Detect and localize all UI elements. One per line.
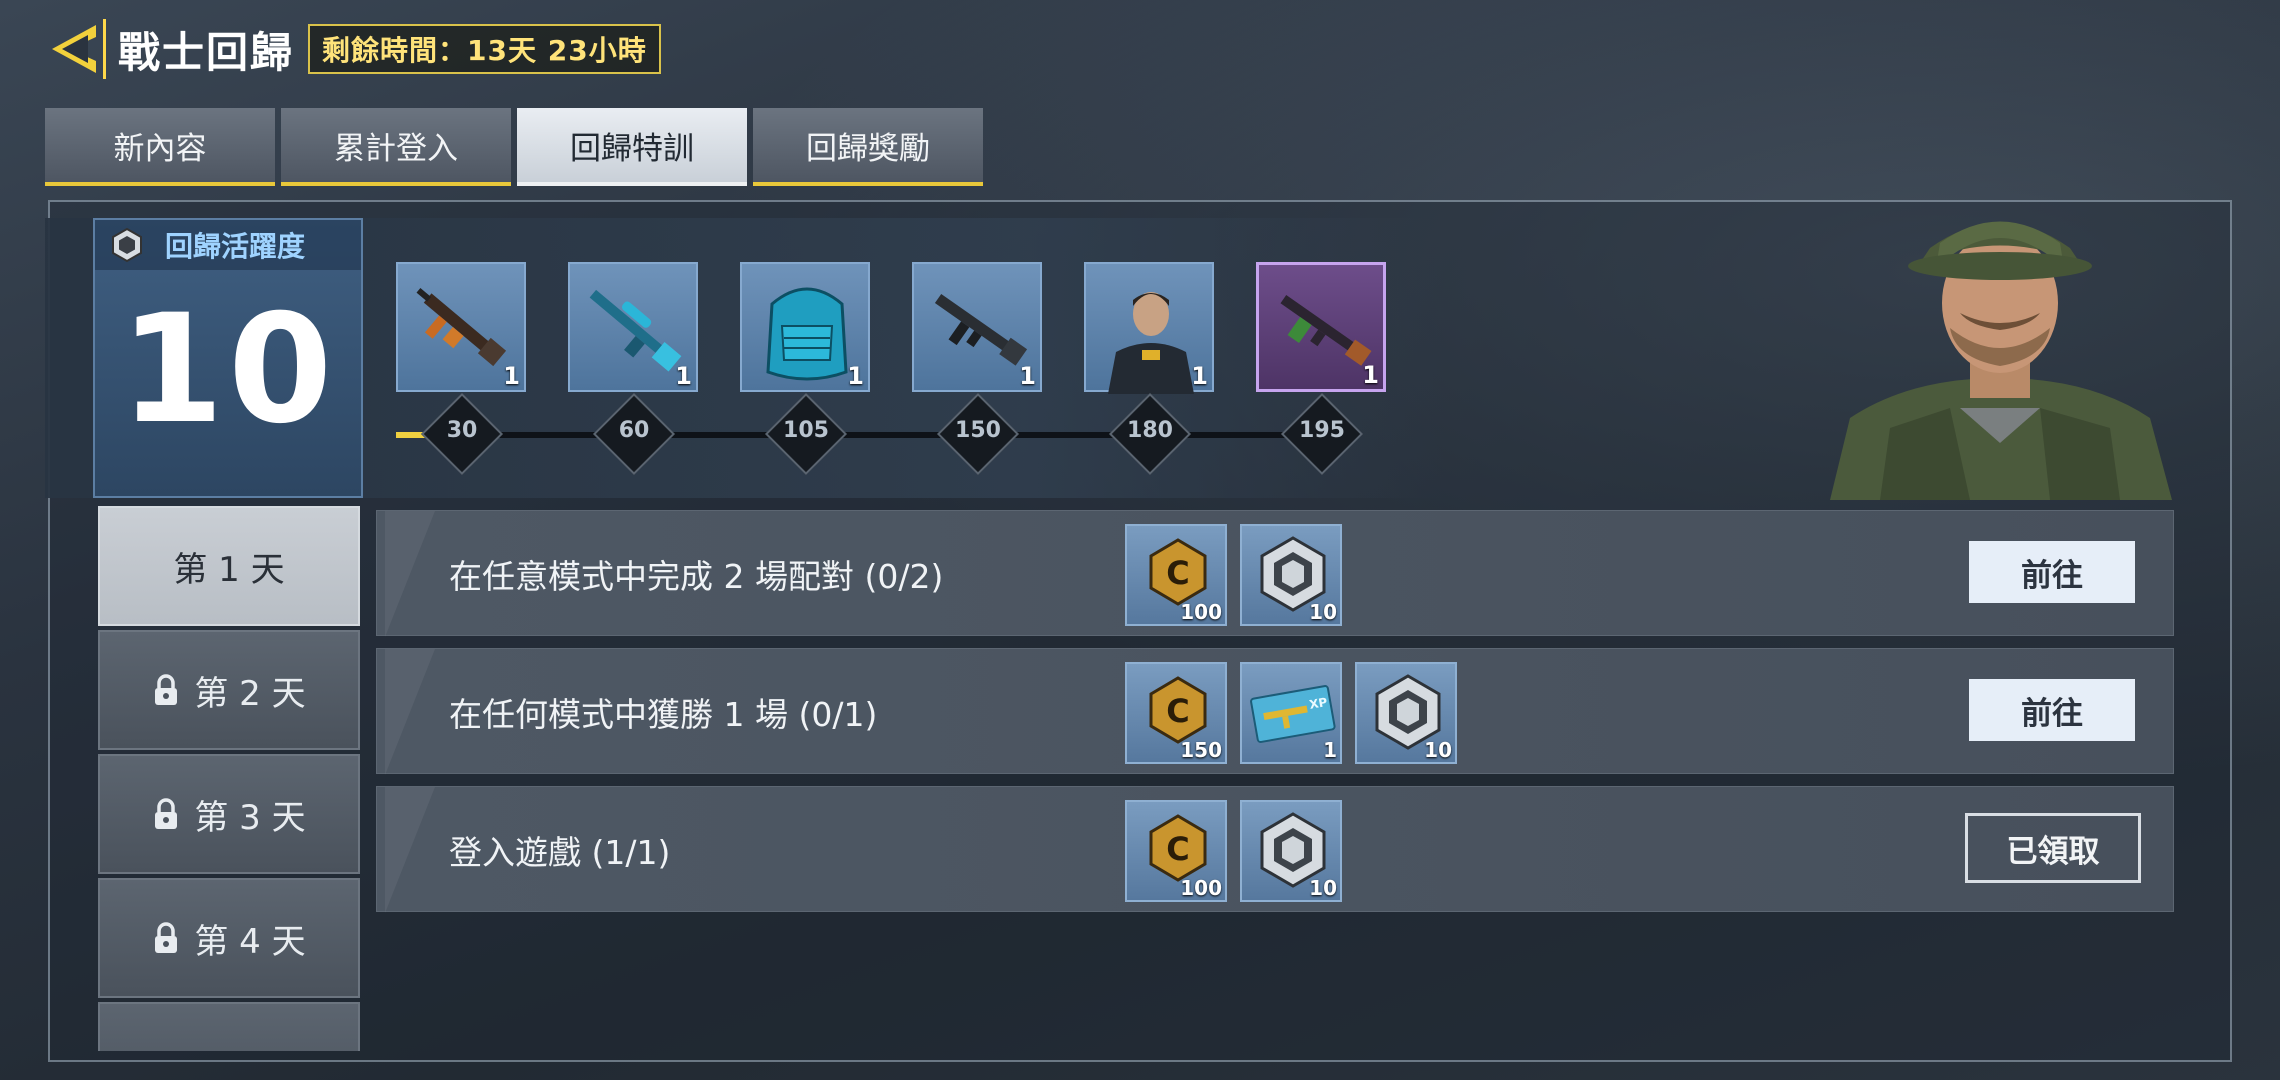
- go-button[interactable]: 前往: [1969, 541, 2135, 603]
- activity-score-label: 回歸活躍度: [165, 230, 306, 263]
- milestone-reward-count: 1: [1191, 362, 1208, 390]
- tab-bar: 新內容 累計登入 回歸特訓 回歸獎勵: [45, 108, 983, 186]
- task-reward-item[interactable]: XP 1: [1240, 662, 1342, 764]
- day-label: 第 3 天: [194, 797, 306, 838]
- task-row-decoration: [385, 649, 435, 775]
- tab-login-total[interactable]: 累計登入: [281, 108, 511, 186]
- svg-text:C: C: [1166, 830, 1189, 868]
- activity-score-header: 回歸活躍度: [95, 220, 361, 270]
- tab-return-training[interactable]: 回歸特訓: [517, 108, 747, 186]
- activity-score-box: 回歸活躍度 10: [93, 218, 363, 498]
- soldier-portrait: [1830, 221, 2172, 500]
- reward-count: 1: [1323, 738, 1337, 762]
- svg-text:C: C: [1166, 692, 1189, 730]
- milestone-reward-1[interactable]: 1: [396, 262, 526, 392]
- reward-count: 10: [1309, 876, 1337, 900]
- task-row-decoration: [385, 511, 435, 637]
- day-label: 第 4 天: [194, 921, 306, 962]
- reward-count: 100: [1180, 876, 1222, 900]
- milestone-reward-4[interactable]: 1: [912, 262, 1042, 392]
- activity-score-value: 10: [119, 283, 337, 457]
- task-reward-item[interactable]: 10: [1355, 662, 1457, 764]
- page-title: 戰士回歸: [118, 27, 295, 77]
- task-reward-item[interactable]: C 100: [1125, 800, 1227, 902]
- milestone-points: 180: [1127, 418, 1173, 443]
- lock-icon: [155, 922, 178, 953]
- back-button[interactable]: [45, 18, 103, 80]
- reward-count: 10: [1309, 600, 1337, 624]
- header: 戰士回歸 剩餘時間：13天 23小時: [45, 18, 661, 80]
- milestone-reward-5[interactable]: 1: [1084, 262, 1214, 394]
- task-row: 登入遊戲 (1/1) C 100 10 已領取: [376, 786, 2174, 913]
- milestone-reward-count: 1: [1362, 361, 1379, 389]
- milestone-reward-6[interactable]: 1: [1256, 262, 1386, 392]
- milestone-reward-2[interactable]: 1: [568, 262, 698, 392]
- milestone-reward-count: 1: [1019, 362, 1036, 390]
- go-button[interactable]: 前往: [1969, 679, 2135, 741]
- day-tab-5-partial[interactable]: [98, 1002, 360, 1051]
- tab-new-content[interactable]: 新內容: [45, 108, 275, 186]
- day-tab-4[interactable]: 第 4 天: [98, 878, 360, 998]
- day-tab-3[interactable]: 第 3 天: [98, 754, 360, 874]
- back-arrow-icon: [52, 25, 96, 73]
- task-row: 在任何模式中獲勝 1 場 (0/1) C 150 XP 1 10 前往: [376, 648, 2174, 775]
- milestone-points: 30: [446, 418, 478, 443]
- tab-return-rewards[interactable]: 回歸獎勵: [753, 108, 983, 186]
- milestone-reward-count: 1: [847, 362, 864, 390]
- lock-icon: [155, 674, 178, 705]
- task-reward-item[interactable]: C 100: [1125, 524, 1227, 626]
- lock-icon: [155, 798, 178, 829]
- claimed-button[interactable]: 已領取: [1965, 813, 2141, 883]
- day-tab-1[interactable]: 第 1 天: [98, 506, 360, 626]
- task-reward-item[interactable]: 10: [1240, 524, 1342, 626]
- task-description: 在任意模式中完成 2 場配對 (0/2): [449, 557, 944, 596]
- reward-count: 100: [1180, 600, 1222, 624]
- remaining-time-badge: 剩餘時間：13天 23小時: [308, 24, 661, 74]
- task-row-decoration: [385, 787, 435, 913]
- milestone-points: 195: [1299, 418, 1345, 443]
- activity-progress-track: [396, 432, 1346, 438]
- milestone-reward-3[interactable]: 1: [740, 262, 870, 392]
- task-reward-item[interactable]: 10: [1240, 800, 1342, 902]
- header-divider: [103, 19, 106, 79]
- milestone-points: 105: [783, 418, 829, 443]
- day-list: 第 1 天 第 2 天 第 3 天 第 4 天: [98, 506, 360, 1051]
- task-reward-item[interactable]: C 150: [1125, 662, 1227, 764]
- milestone-reward-count: 1: [503, 362, 520, 390]
- day-label: 第 2 天: [194, 673, 306, 714]
- svg-text:C: C: [1166, 554, 1189, 592]
- milestone-points: 150: [955, 418, 1001, 443]
- milestone-reward-count: 1: [675, 362, 692, 390]
- task-description: 登入遊戲 (1/1): [449, 833, 671, 872]
- reward-count: 150: [1180, 738, 1222, 762]
- day-label: 第 1 天: [173, 549, 285, 590]
- reward-count: 10: [1424, 738, 1452, 762]
- day-tab-2[interactable]: 第 2 天: [98, 630, 360, 750]
- activity-badge-icon: [112, 227, 142, 263]
- task-description: 在任何模式中獲勝 1 場 (0/1): [449, 695, 878, 734]
- milestone-points: 60: [618, 418, 650, 443]
- task-row: 在任意模式中完成 2 場配對 (0/2) C 100 10 前往: [376, 510, 2174, 637]
